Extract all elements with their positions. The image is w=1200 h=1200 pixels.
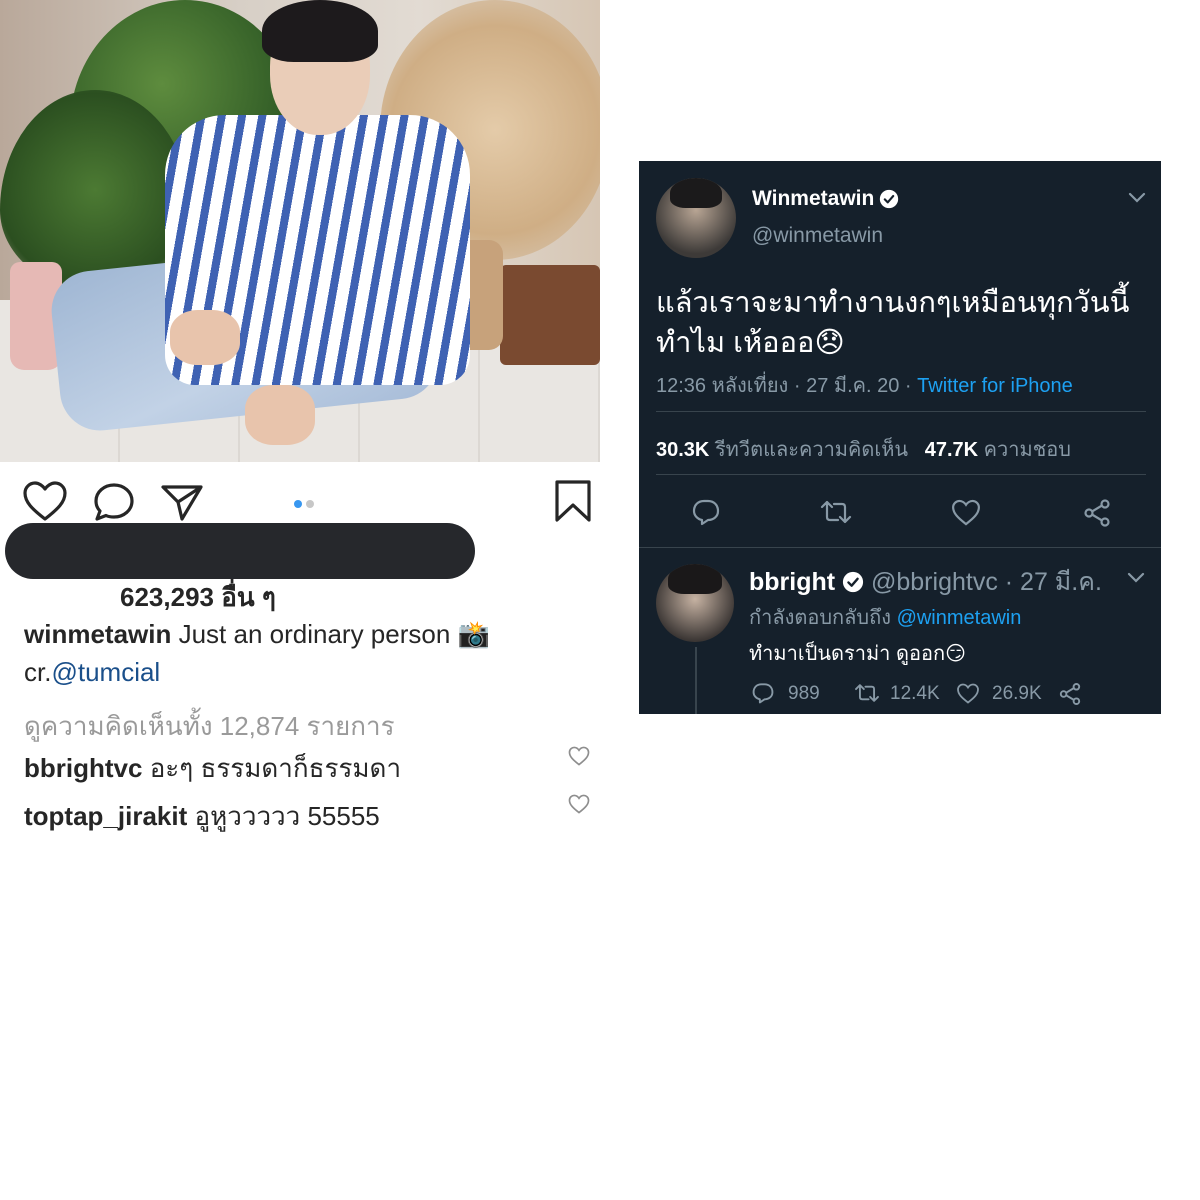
replying-mention-link[interactable]: @winmetawin	[897, 607, 1022, 629]
heart-outline-icon[interactable]	[22, 480, 68, 522]
comment-text: อูหูววววว 55555	[194, 801, 380, 831]
carousel-dot-active	[294, 500, 302, 508]
retweets-label[interactable]: รีทวีตและความคิดเห็น	[715, 439, 908, 461]
carousel-indicator	[294, 495, 318, 513]
tweet-text-line2: ทำไม เห้อออ😞	[656, 319, 845, 365]
reply-like-count: 26.9K	[992, 683, 1042, 704]
share-icon[interactable]	[1058, 682, 1082, 706]
retweets-count[interactable]: 30.3K	[656, 439, 709, 461]
caption-credit: cr.@tumcial	[24, 657, 160, 688]
disappointed-emoji: 😞	[814, 327, 845, 359]
tweet-screenshot: Winmetawin @winmetawin แล้วเราจะมาทำงานง…	[639, 161, 1161, 714]
caption-text: Just an ordinary person	[178, 619, 451, 649]
avatar-hair	[670, 178, 722, 208]
comment-like-heart-icon[interactable]	[568, 794, 590, 814]
caption-username[interactable]: winmetawin	[24, 619, 171, 649]
reply-handle-date[interactable]: @bbrightvc · 27 มี.ค.	[871, 568, 1102, 596]
smirk-emoji: 😏	[945, 643, 966, 665]
avatar[interactable]	[656, 178, 736, 258]
like-heart-icon[interactable]	[956, 683, 980, 704]
bookmark-icon[interactable]	[554, 479, 592, 523]
person-hand-right	[245, 385, 315, 445]
tweet-handle[interactable]: @winmetawin	[752, 224, 883, 248]
verified-badge-icon	[842, 571, 864, 593]
reply-icon[interactable]	[751, 682, 775, 704]
view-all-comments-link[interactable]: ดูความคิดเห็นทั้ง 12,874 รายการ	[24, 706, 395, 747]
camera-flash-emoji: 📸	[457, 619, 490, 649]
replying-prefix: กำลังตอบกลับถึง	[749, 607, 891, 629]
likes-count[interactable]: 47.7K	[925, 439, 978, 461]
tweet-meta: 12:36 หลังเที่ยง · 27 มี.ค. 20 · Twitter…	[656, 369, 1073, 401]
credit-prefix: cr.	[24, 657, 52, 687]
reply-retweet-count: 12.4K	[890, 683, 940, 704]
reply-text-content: ทำมาเป็นดราม่า ดูออก	[749, 643, 946, 665]
comment-bubble-icon[interactable]	[92, 481, 136, 523]
divider	[639, 547, 1161, 548]
comment-text: อะๆ ธรรมดาก็ธรรมดา	[149, 753, 402, 783]
replying-to: กำลังตอบกลับถึง @winmetawin	[749, 601, 1021, 633]
credit-mention-link[interactable]: @tumcial	[51, 657, 160, 687]
person-hand-left	[170, 310, 240, 365]
avatar-hair	[668, 564, 722, 594]
redaction-bar	[5, 523, 475, 579]
likes-count[interactable]: 623,293 อื่น ๆ	[120, 577, 276, 618]
person-hair	[262, 0, 378, 62]
thread-line	[695, 647, 697, 714]
reply-avatar[interactable]	[656, 564, 734, 642]
post-photo[interactable]	[0, 0, 600, 462]
reply-text: ทำมาเป็นดราม่า ดูออก😏	[749, 637, 966, 669]
tweet-source-link[interactable]: Twitter for iPhone	[917, 375, 1073, 397]
wooden-crate	[500, 265, 600, 365]
retweet-icon[interactable]	[819, 498, 853, 526]
paper-plane-icon[interactable]	[160, 482, 204, 522]
carousel-dot	[306, 500, 314, 508]
chevron-down-icon[interactable]	[1126, 571, 1146, 585]
reply-icon[interactable]	[691, 498, 721, 526]
tweet-display-name[interactable]: Winmetawin	[752, 187, 874, 211]
comment-username[interactable]: toptap_jirakit	[24, 801, 187, 831]
comment-username[interactable]: bbrightvc	[24, 753, 142, 783]
comment-row: toptap_jirakit อูหูววววว 55555	[24, 796, 380, 837]
reply-header: bbright @bbrightvc · 27 มี.ค.	[749, 562, 1102, 602]
retweet-icon[interactable]	[853, 682, 881, 704]
comment-like-heart-icon[interactable]	[568, 746, 590, 766]
divider	[656, 411, 1146, 412]
reply-display-name[interactable]: bbright	[749, 568, 835, 596]
tweet-stats: 30.3K รีทวีตและความคิดเห็น 47.7K ความชอบ	[656, 433, 1071, 465]
reply-count: 989	[788, 683, 820, 704]
likes-label[interactable]: ความชอบ	[984, 439, 1071, 461]
tweet-timestamp: 12:36 หลังเที่ยง · 27 มี.ค. 20 ·	[656, 375, 918, 397]
tweet-text: ทำไม เห้อออ	[656, 327, 815, 359]
like-heart-icon[interactable]	[951, 499, 981, 526]
share-icon[interactable]	[1082, 498, 1112, 528]
comment-row: bbrightvc อะๆ ธรรมดาก็ธรรมดา	[24, 748, 401, 789]
verified-badge-icon	[879, 189, 899, 209]
chevron-down-icon[interactable]	[1127, 191, 1147, 205]
divider	[656, 474, 1146, 475]
post-caption: winmetawin Just an ordinary person 📸	[24, 619, 490, 650]
